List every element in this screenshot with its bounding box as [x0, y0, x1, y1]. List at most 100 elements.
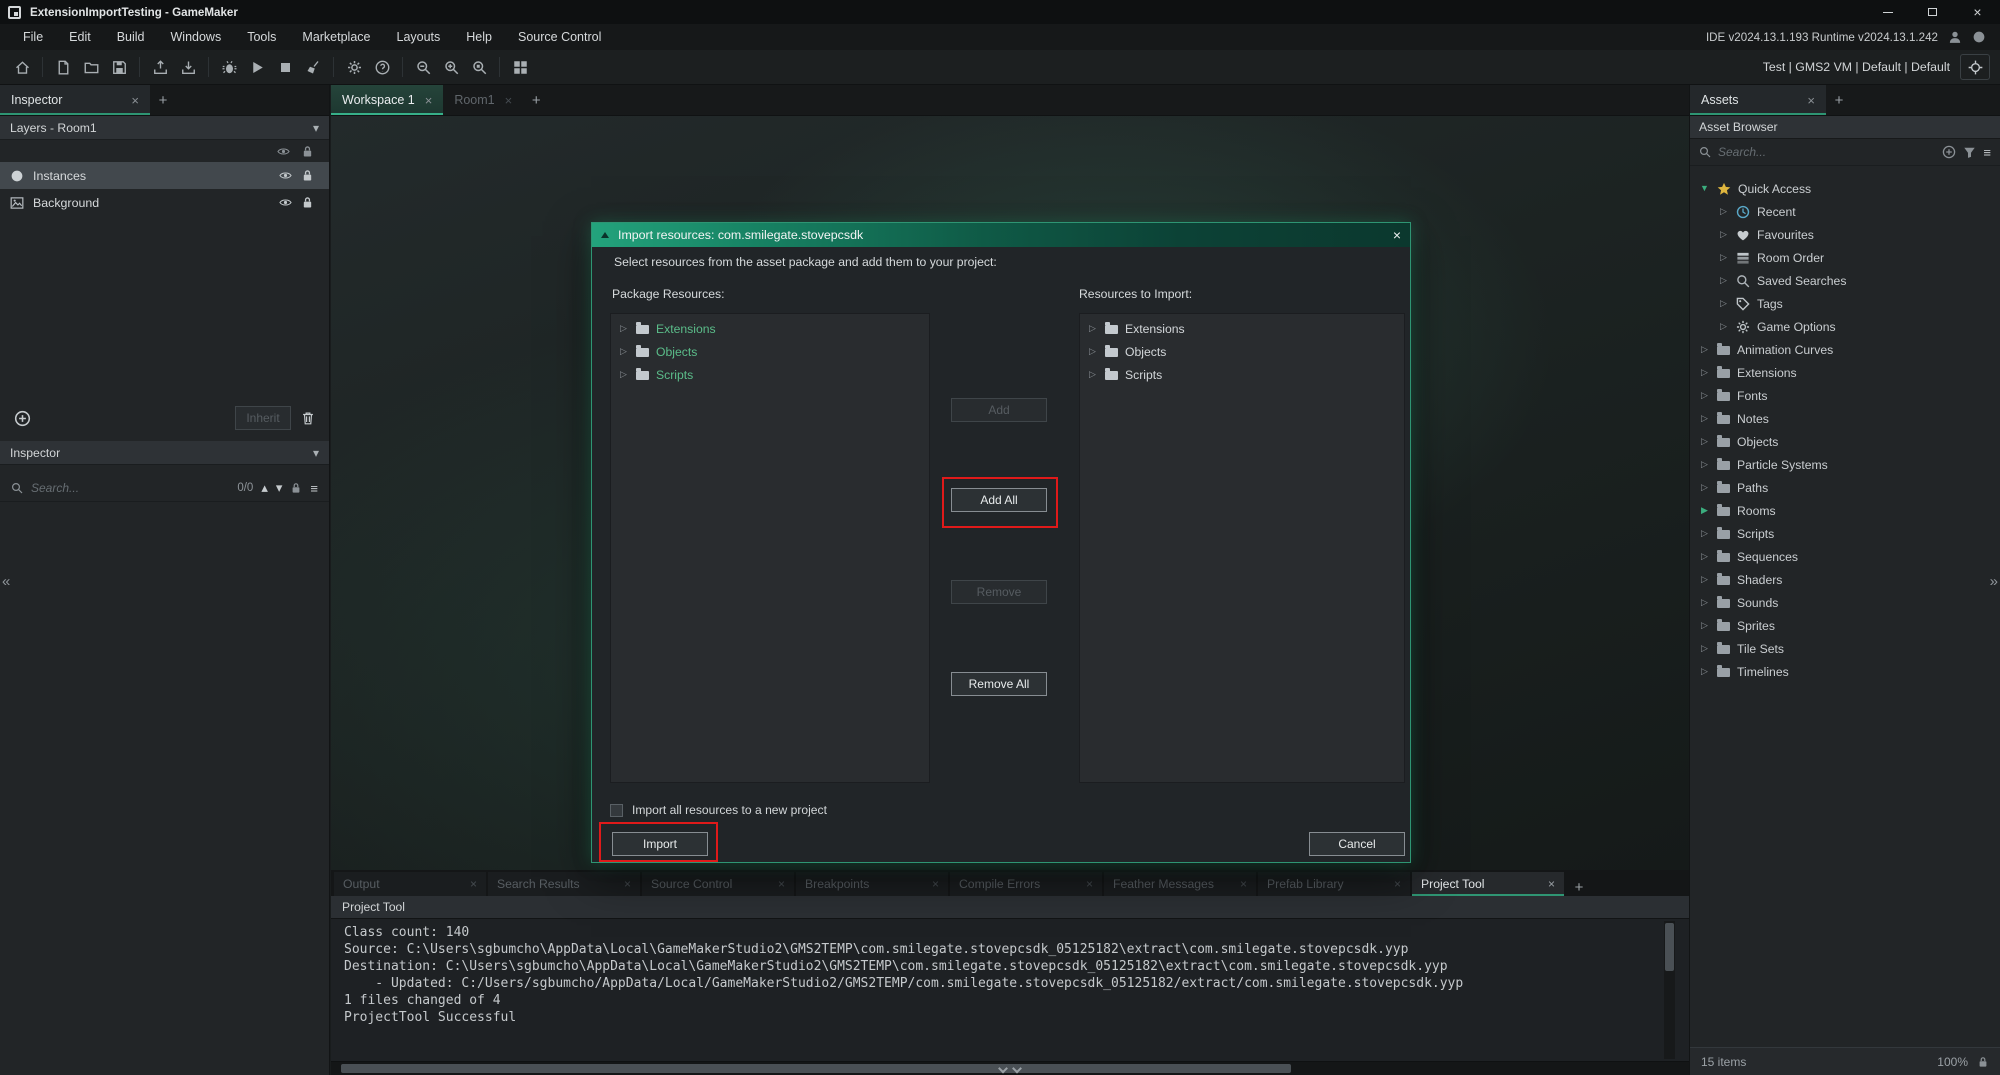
chevron-right-icon[interactable] — [1087, 370, 1098, 379]
menu-layouts[interactable]: Layouts — [384, 24, 454, 50]
close-tab-icon[interactable] — [624, 877, 631, 891]
tab-project-tool[interactable]: Project Tool — [1412, 872, 1564, 896]
help-button[interactable] — [368, 54, 396, 81]
add-all-button[interactable]: Add All — [951, 488, 1047, 512]
tab-workspace-1[interactable]: Workspace 1 — [331, 85, 444, 115]
lock-column-icon[interactable] — [301, 145, 314, 158]
menu-windows[interactable]: Windows — [158, 24, 235, 50]
chevron-right-icon[interactable] — [1718, 230, 1729, 239]
tree-item-recent[interactable]: Recent — [1690, 200, 2000, 223]
menu-tools[interactable]: Tools — [234, 24, 289, 50]
search-menu-icon[interactable] — [310, 481, 318, 496]
target-manager-button[interactable] — [1960, 54, 1990, 80]
tree-item-paths[interactable]: Paths — [1690, 476, 2000, 499]
resource-extensions[interactable]: Extensions — [1080, 317, 1404, 340]
menu-build[interactable]: Build — [104, 24, 158, 50]
menu-edit[interactable]: Edit — [56, 24, 104, 50]
chevron-right-icon[interactable] — [1699, 552, 1710, 561]
menu-file[interactable]: File — [10, 24, 56, 50]
chevron-right-icon[interactable] — [1718, 276, 1729, 285]
menu-help[interactable]: Help — [453, 24, 505, 50]
dialog-close-icon[interactable] — [1393, 227, 1401, 243]
search-input[interactable] — [31, 481, 230, 495]
tab-room1[interactable]: Room1 — [443, 85, 523, 115]
tree-item-fonts[interactable]: Fonts — [1690, 384, 2000, 407]
chevron-right-icon[interactable] — [1087, 324, 1098, 333]
dialog-collapse-icon[interactable] — [601, 232, 609, 238]
workspace-canvas[interactable]: Import resources: com.smilegate.stovepcs… — [331, 116, 1689, 870]
lock-icon[interactable] — [290, 482, 302, 494]
close-tab-icon[interactable] — [778, 877, 785, 891]
chevron-right-icon[interactable] — [1699, 437, 1710, 446]
lock-toggle-icon[interactable] — [301, 169, 314, 182]
tree-item-particle-systems[interactable]: Particle Systems — [1690, 453, 2000, 476]
chevron-right-icon[interactable] — [1699, 667, 1710, 676]
chevron-right-icon[interactable] — [1699, 345, 1710, 354]
tree-item-notes[interactable]: Notes — [1690, 407, 2000, 430]
tab-compile-errors[interactable]: Compile Errors — [950, 872, 1102, 896]
asset-search-input[interactable] — [1718, 145, 1936, 159]
chevron-right-icon[interactable] — [618, 324, 629, 333]
tree-item-sequences[interactable]: Sequences — [1690, 545, 2000, 568]
tree-item-sounds[interactable]: Sounds — [1690, 591, 2000, 614]
run-button[interactable] — [243, 54, 271, 81]
resource-scripts[interactable]: Scripts — [1080, 363, 1404, 386]
close-tab-icon[interactable] — [1086, 877, 1093, 891]
resource-extensions[interactable]: Extensions — [611, 317, 929, 340]
tree-item-saved-searches[interactable]: Saved Searches — [1690, 269, 2000, 292]
resource-objects[interactable]: Objects — [1080, 340, 1404, 363]
resource-objects[interactable]: Objects — [611, 340, 929, 363]
tree-item-rooms[interactable]: Rooms — [1690, 499, 2000, 522]
close-tab-icon[interactable] — [505, 93, 513, 108]
tab-prefab-library[interactable]: Prefab Library — [1258, 872, 1410, 896]
build-target-text[interactable]: Test | GMS2 VM | Default | Default — [1763, 60, 1950, 74]
save-project-button[interactable] — [105, 54, 133, 81]
tab-source-control[interactable]: Source Control — [642, 872, 794, 896]
debug-button[interactable] — [215, 54, 243, 81]
import-project-button[interactable] — [174, 54, 202, 81]
visibility-toggle-icon[interactable] — [279, 169, 292, 182]
log-output[interactable]: Class count: 140 Source: C:\Users\sgbumch… — [331, 919, 1689, 1061]
tree-item-quick-access[interactable]: Quick Access — [1690, 177, 2000, 200]
export-project-button[interactable] — [146, 54, 174, 81]
inherit-button[interactable]: Inherit — [235, 406, 291, 430]
collapse-left-panel-icon[interactable] — [2, 573, 10, 590]
clean-button[interactable] — [299, 54, 327, 81]
home-button[interactable] — [8, 54, 36, 81]
close-tab-icon[interactable] — [425, 93, 433, 108]
chevron-right-icon[interactable] — [1718, 253, 1729, 262]
dialog-titlebar[interactable]: Import resources: com.smilegate.stovepcs… — [592, 223, 1410, 247]
add-tab-button[interactable] — [1566, 879, 1592, 896]
sync-status-icon[interactable] — [1972, 30, 1986, 44]
collapse-right-panel-icon[interactable] — [1990, 573, 1998, 590]
tree-item-favourites[interactable]: Favourites — [1690, 223, 2000, 246]
filter-icon[interactable] — [1963, 146, 1976, 159]
package-resources-list[interactable]: Extensions Objects Scripts — [610, 313, 930, 783]
remove-button[interactable]: Remove — [951, 580, 1047, 604]
chevron-right-icon[interactable] — [1718, 299, 1729, 308]
tab-search-results[interactable]: Search Results — [488, 872, 640, 896]
tab-inspector[interactable]: Inspector — [0, 85, 150, 115]
chevron-right-icon[interactable] — [618, 347, 629, 356]
scrollbar-thumb[interactable] — [1665, 923, 1674, 971]
chevron-right-icon[interactable] — [1699, 460, 1710, 469]
cancel-button[interactable]: Cancel — [1309, 832, 1405, 856]
close-tab-icon[interactable] — [1394, 877, 1401, 891]
trash-icon[interactable] — [301, 411, 315, 425]
menu-source-control[interactable]: Source Control — [505, 24, 614, 50]
close-tab-icon[interactable] — [1240, 877, 1247, 891]
add-tab-button[interactable] — [1826, 85, 1852, 115]
next-result-icon[interactable] — [276, 480, 283, 496]
chevron-right-icon[interactable] — [1699, 529, 1710, 538]
tree-item-extensions[interactable]: Extensions — [1690, 361, 2000, 384]
tree-item-game-options[interactable]: Game Options — [1690, 315, 2000, 338]
visibility-column-icon[interactable] — [277, 145, 290, 158]
scrollbar-thumb[interactable] — [341, 1064, 1291, 1073]
account-icon[interactable] — [1948, 30, 1962, 44]
chevron-right-icon[interactable] — [1087, 347, 1098, 356]
close-tab-icon[interactable] — [1548, 877, 1555, 891]
chevron-right-icon[interactable] — [1718, 322, 1729, 331]
close-tab-icon[interactable] — [131, 93, 139, 108]
close-tab-icon[interactable] — [470, 877, 477, 891]
layout-grid-button[interactable] — [506, 54, 534, 81]
